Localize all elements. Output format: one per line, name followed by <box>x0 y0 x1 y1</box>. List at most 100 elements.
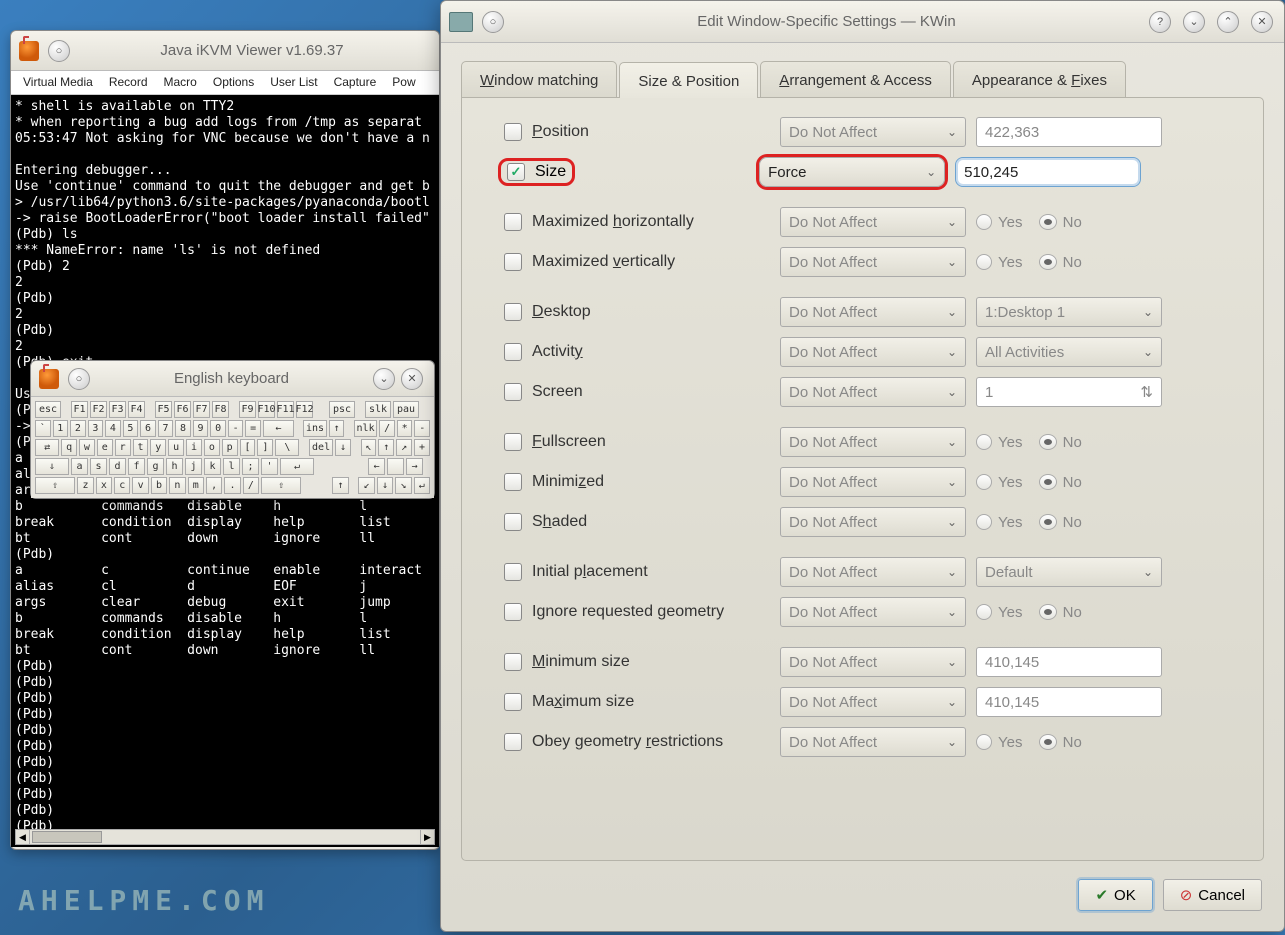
chevron-down-icon: ⌄ <box>947 695 957 709</box>
watermark: AHELPME.COM <box>18 884 269 917</box>
activity-checkbox[interactable] <box>504 343 522 361</box>
ignoregeom-no-radio[interactable] <box>1039 604 1057 620</box>
screen-value-spinner[interactable]: 1⇅ <box>976 377 1162 407</box>
tab-arrangement-access[interactable]: Arrangement & Access <box>760 61 951 97</box>
shaded-mode-select[interactable]: Do Not Affect⌄ <box>780 507 966 537</box>
ignoregeom-checkbox[interactable] <box>504 603 522 621</box>
scroll-right-icon[interactable]: ▶ <box>420 830 434 844</box>
minsize-checkbox[interactable] <box>504 653 522 671</box>
fullscreen-checkbox[interactable] <box>504 433 522 451</box>
shaded-no-radio[interactable] <box>1039 514 1057 530</box>
kwin-title: Edit Window-Specific Settings — KWin <box>507 13 1146 30</box>
scroll-left-icon[interactable]: ◀ <box>16 830 30 844</box>
desktop-mode-select[interactable]: Do Not Affect⌄ <box>780 297 966 327</box>
menu-virtual-media[interactable]: Virtual Media <box>15 71 101 94</box>
scroll-thumb[interactable] <box>32 831 102 843</box>
java-icon <box>19 41 39 61</box>
maxv-mode-select[interactable]: Do Not Affect⌄ <box>780 247 966 277</box>
key-esc[interactable]: esc <box>35 401 61 418</box>
chevron-down-icon: ⌄ <box>947 305 957 319</box>
ikvm-titlebar[interactable]: ○ Java iKVM Viewer v1.69.37 <box>11 31 439 71</box>
maxh-mode-select[interactable]: Do Not Affect⌄ <box>780 207 966 237</box>
menu-capture[interactable]: Capture <box>326 71 385 94</box>
kwin-titlebar[interactable]: ○ Edit Window-Specific Settings — KWin ?… <box>441 1 1284 43</box>
shaded-yes-radio[interactable] <box>976 514 992 530</box>
obey-mode-select[interactable]: Do Not Affect⌄ <box>780 727 966 757</box>
bubble-icon[interactable]: ○ <box>48 40 70 62</box>
chevron-down-icon: ⌄ <box>947 345 957 359</box>
menu-record[interactable]: Record <box>101 71 156 94</box>
keyboard-window[interactable]: ○ English keyboard ⌄ ✕ esc F1F2F3F4 F5F6… <box>30 360 435 499</box>
keyboard-titlebar[interactable]: ○ English keyboard ⌄ ✕ <box>31 361 434 397</box>
position-value-input[interactable]: 422,363 <box>976 117 1162 147</box>
position-checkbox[interactable] <box>504 123 522 141</box>
position-mode-select[interactable]: Do Not Affect⌄ <box>780 117 966 147</box>
activity-value-select[interactable]: All Activities⌄ <box>976 337 1162 367</box>
cancel-button[interactable]: ⊘Cancel <box>1163 879 1262 911</box>
help-icon[interactable]: ? <box>1149 11 1171 33</box>
screen-checkbox[interactable] <box>504 383 522 401</box>
activity-mode-select[interactable]: Do Not Affect⌄ <box>780 337 966 367</box>
fullscreen-yes-radio[interactable] <box>976 434 992 450</box>
tab-window-matching[interactable]: Window matching <box>461 61 617 97</box>
desktop-checkbox[interactable] <box>504 303 522 321</box>
fullscreen-no-radio[interactable] <box>1039 434 1057 450</box>
close-icon[interactable]: ✕ <box>401 368 423 390</box>
close-icon[interactable]: ✕ <box>1251 11 1273 33</box>
tab-appearance-fixes[interactable]: Appearance & Fixes <box>953 61 1126 97</box>
minimized-no-radio[interactable] <box>1039 474 1057 490</box>
maxh-no-radio[interactable] <box>1039 214 1057 230</box>
obey-yes-radio[interactable] <box>976 734 992 750</box>
minimized-yes-radio[interactable] <box>976 474 992 490</box>
screen-mode-select[interactable]: Do Not Affect⌄ <box>780 377 966 407</box>
terminal-hscroll[interactable]: ◀ ▶ <box>15 829 435 845</box>
obey-no-radio[interactable] <box>1039 734 1057 750</box>
initplace-value-select[interactable]: Default⌄ <box>976 557 1162 587</box>
chevron-down-icon: ⌄ <box>947 385 957 399</box>
minsize-value-input[interactable]: 410,145 <box>976 647 1162 677</box>
bubble-icon[interactable]: ○ <box>68 368 90 390</box>
minimize-icon[interactable]: ⌄ <box>1183 11 1205 33</box>
maxh-checkbox[interactable] <box>504 213 522 231</box>
size-value-input[interactable]: 510,245 <box>955 157 1141 187</box>
chevron-down-icon: ⌄ <box>926 165 936 179</box>
maxh-yes-radio[interactable] <box>976 214 992 230</box>
size-mode-select[interactable]: Force⌄ <box>759 157 945 187</box>
tab-size-position[interactable]: Size & Position <box>619 62 758 98</box>
bubble-icon[interactable]: ○ <box>482 11 504 33</box>
minimized-checkbox[interactable] <box>504 473 522 491</box>
menu-options[interactable]: Options <box>205 71 262 94</box>
maxv-yes-radio[interactable] <box>976 254 992 270</box>
ignoregeom-yes-radio[interactable] <box>976 604 992 620</box>
dialog-buttons: ✔OK ⊘Cancel <box>441 879 1284 931</box>
fullscreen-mode-select[interactable]: Do Not Affect⌄ <box>780 427 966 457</box>
chevron-down-icon: ⌄ <box>947 565 957 579</box>
check-icon: ✔ <box>1095 886 1108 904</box>
maxsize-mode-select[interactable]: Do Not Affect⌄ <box>780 687 966 717</box>
menu-macro[interactable]: Macro <box>156 71 205 94</box>
obey-checkbox[interactable] <box>504 733 522 751</box>
minimized-mode-select[interactable]: Do Not Affect⌄ <box>780 467 966 497</box>
key-f1[interactable]: F1 <box>71 401 88 418</box>
maxsize-checkbox[interactable] <box>504 693 522 711</box>
maxsize-value-input[interactable]: 410,145 <box>976 687 1162 717</box>
chevron-down-icon: ⌄ <box>1143 345 1153 359</box>
desktop-value-select[interactable]: 1:Desktop 1⌄ <box>976 297 1162 327</box>
minsize-mode-select[interactable]: Do Not Affect⌄ <box>780 647 966 677</box>
maximize-icon[interactable]: ⌃ <box>1217 11 1239 33</box>
maxv-checkbox[interactable] <box>504 253 522 271</box>
initplace-mode-select[interactable]: Do Not Affect⌄ <box>780 557 966 587</box>
size-label: Size <box>535 163 566 181</box>
size-checkbox[interactable] <box>507 163 525 181</box>
fullscreen-label: Fullscreen <box>532 433 770 451</box>
maxv-no-radio[interactable] <box>1039 254 1057 270</box>
minsize-label: Minimum size <box>532 653 770 671</box>
initplace-checkbox[interactable] <box>504 563 522 581</box>
minimize-icon[interactable]: ⌄ <box>373 368 395 390</box>
ok-button[interactable]: ✔OK <box>1078 879 1152 911</box>
menu-user-list[interactable]: User List <box>262 71 325 94</box>
shaded-checkbox[interactable] <box>504 513 522 531</box>
ignoregeom-mode-select[interactable]: Do Not Affect⌄ <box>780 597 966 627</box>
activity-label: Activity <box>532 343 770 361</box>
menu-power[interactable]: Pow <box>384 71 423 94</box>
